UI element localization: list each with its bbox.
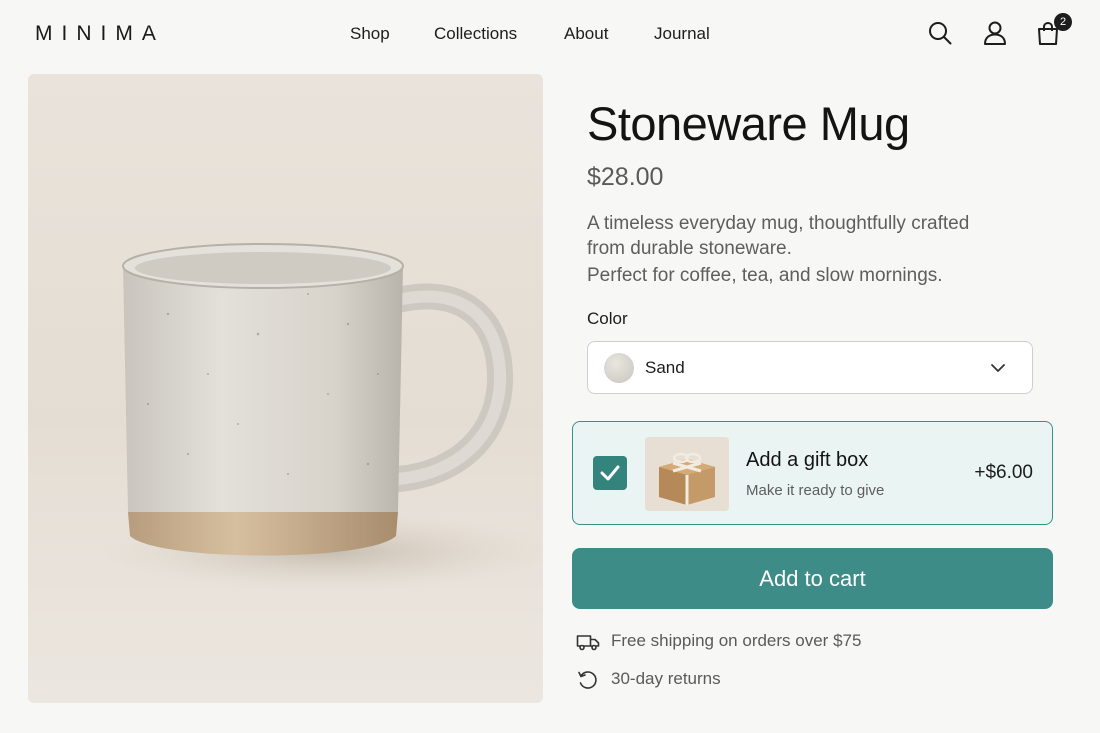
chevron-down-icon	[991, 364, 1005, 372]
product-price: $28.00	[587, 163, 664, 191]
user-icon[interactable]	[982, 20, 1008, 46]
gift-box-option[interactable]: Add a gift box Make it ready to give +$6…	[572, 421, 1053, 525]
nav-item-journal[interactable]: Journal	[654, 24, 710, 44]
checkmark-icon	[600, 465, 620, 481]
gift-box-image	[645, 437, 729, 511]
cart-count-badge: 2	[1054, 13, 1072, 31]
gift-box-icon	[645, 437, 729, 511]
perk-shipping-text: Free shipping on orders over $75	[611, 631, 862, 650]
product-image	[28, 74, 543, 703]
description-line-1: A timeless everyday mug, thoughtfully cr…	[587, 213, 970, 234]
nav-item-shop[interactable]: Shop	[350, 24, 390, 44]
color-label: Color	[587, 309, 628, 328]
color-select-value: Sand	[645, 358, 685, 377]
add-to-cart-button[interactable]: Add to cart	[572, 548, 1053, 609]
mug-illustration	[98, 243, 543, 592]
gift-box-subtitle: Make it ready to give	[746, 482, 885, 499]
nav-item-collections[interactable]: Collections	[434, 24, 517, 44]
returns-icon	[578, 671, 597, 689]
color-select[interactable]: Sand	[587, 341, 1033, 394]
truck-icon	[576, 635, 600, 651]
product-title: Stoneware Mug	[587, 97, 910, 150]
gift-box-title: Add a gift box	[746, 449, 869, 471]
perk-returns-text: 30-day returns	[611, 669, 721, 688]
nav-item-about[interactable]: About	[564, 24, 608, 44]
search-icon[interactable]	[927, 20, 953, 46]
gift-box-price: +$6.00	[974, 462, 1033, 483]
color-swatch	[604, 353, 634, 383]
description-line-2: from durable stoneware.	[587, 238, 792, 259]
description-line-3: Perfect for coffee, tea, and slow mornin…	[587, 265, 943, 286]
gift-box-checkbox[interactable]	[593, 456, 627, 490]
